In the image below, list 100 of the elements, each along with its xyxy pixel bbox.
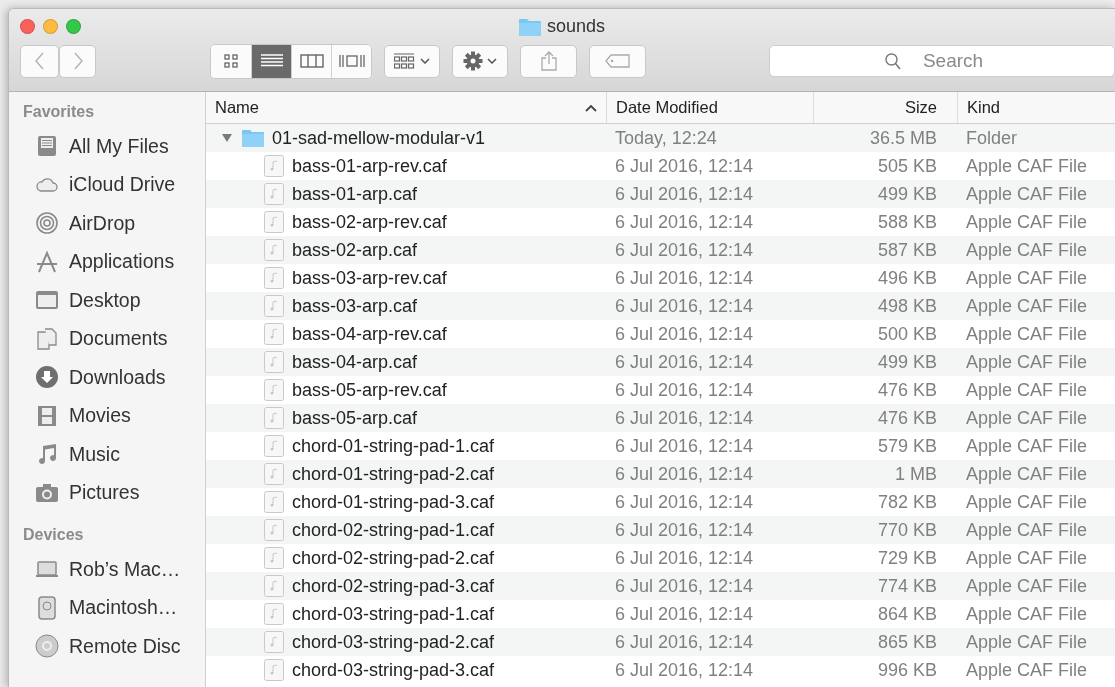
audio-file-icon	[264, 631, 284, 653]
table-cell-text: Apple CAF File	[965, 630, 1089, 654]
audio-file-icon	[264, 379, 284, 401]
file-name: bass-01-arp-rev.caf	[292, 155, 447, 177]
sidebar-item[interactable]: Documents	[9, 319, 205, 358]
column-header[interactable]: Size	[813, 92, 957, 123]
sidebar-item[interactable]: Pictures	[9, 473, 205, 512]
sidebar-item-label: All My Files	[69, 134, 169, 158]
grid-icon	[223, 53, 239, 69]
column-header[interactable]: Date Modified	[606, 92, 813, 123]
table-cell-text: 498 KB	[876, 294, 938, 318]
table-cell-text: Apple CAF File	[965, 574, 1089, 598]
table-cell-text: 6 Jul 2016, 12:14	[614, 630, 755, 654]
file-name: chord-01-string-pad-1.caf	[292, 435, 495, 457]
table-cell-text: Today, 12:24	[614, 126, 718, 150]
sidebar-item[interactable]: Applications	[9, 242, 205, 281]
sidebar-item-label: Downloads	[69, 365, 166, 389]
table-cell-text: 6 Jul 2016, 12:14	[614, 658, 755, 682]
table-cell-text: 770 KB	[876, 518, 938, 542]
list-icon	[260, 54, 283, 68]
view-mode-button[interactable]	[251, 44, 291, 78]
table-cell-text: Apple CAF File	[965, 518, 1089, 542]
window-title: sounds	[547, 16, 606, 37]
sidebar-item[interactable]: Music	[9, 435, 205, 474]
table-cell-text: 865 KB	[876, 630, 938, 654]
sidebar-item[interactable]: Remote Disc	[9, 627, 205, 666]
sidebar-item-label: AirDrop	[69, 211, 136, 235]
view-mode-button[interactable]	[331, 44, 371, 78]
sidebar-item[interactable]: iCloud Drive	[9, 165, 205, 204]
sidebar-item[interactable]: Downloads	[9, 358, 205, 397]
audio-file-icon	[264, 407, 284, 429]
table-cell-text: 588 KB	[876, 210, 938, 234]
column-title: Name	[215, 98, 259, 117]
table-cell-text: Apple CAF File	[965, 658, 1089, 682]
minimize-button[interactable]	[43, 18, 58, 34]
sidebar-item[interactable]: AirDrop	[9, 204, 205, 243]
hard-drive-icon	[35, 595, 59, 620]
table-cell-text: 6 Jul 2016, 12:14	[614, 518, 755, 542]
tag-button[interactable]	[589, 44, 646, 78]
column-header[interactable]: Kind	[957, 92, 1115, 123]
audio-file-icon	[264, 547, 284, 569]
sidebar-item-label: Remote Disc	[69, 634, 181, 658]
table-cell-text: 6 Jul 2016, 12:14	[614, 294, 755, 318]
audio-file-icon	[264, 211, 284, 233]
table-cell-text: 6 Jul 2016, 12:14	[614, 462, 755, 486]
sidebar-item[interactable]: Rob’s Mac…	[9, 550, 205, 589]
table-cell-text: 476 KB	[876, 378, 938, 402]
sidebar-item[interactable]: Movies	[9, 396, 205, 435]
table-cell-text: 505 KB	[876, 154, 938, 178]
column-header[interactable]: Name	[206, 92, 606, 123]
table-cell-text: 6 Jul 2016, 12:14	[614, 602, 755, 626]
forward-button[interactable]	[59, 44, 96, 78]
sidebar-section-title: Favorites	[22, 103, 96, 122]
gear-icon	[463, 51, 483, 71]
sidebar-item[interactable]: Desktop	[9, 281, 205, 320]
table-cell-text: 6 Jul 2016, 12:14	[614, 378, 755, 402]
sidebar-item-label: Applications	[69, 250, 175, 274]
table-cell-text: 782 KB	[876, 490, 938, 514]
file-name: chord-01-string-pad-3.caf	[292, 491, 495, 513]
table-cell-text: Apple CAF File	[965, 546, 1089, 570]
sidebar-item[interactable]: Macintosh…	[9, 588, 205, 627]
folder-icon	[242, 129, 264, 147]
arrange-button[interactable]	[384, 44, 440, 78]
download-icon	[35, 365, 59, 390]
audio-file-icon	[264, 575, 284, 597]
table-cell-text: 6 Jul 2016, 12:14	[614, 154, 755, 178]
table-cell-text: 6 Jul 2016, 12:14	[614, 490, 755, 514]
close-button[interactable]	[20, 18, 35, 34]
sidebar-item-label: Macintosh…	[69, 596, 178, 620]
file-name: bass-04-arp.caf	[292, 351, 418, 373]
table-cell-text: 500 KB	[876, 322, 938, 346]
sidebar-item-label: Rob’s Mac…	[69, 557, 181, 581]
sidebar-item[interactable]: All My Files	[9, 127, 205, 166]
table-cell-text: 6 Jul 2016, 12:14	[614, 574, 755, 598]
search-field[interactable]: Search	[769, 45, 1115, 77]
disclosure-triangle-icon[interactable]	[221, 132, 233, 144]
table-cell-text: 476 KB	[876, 406, 938, 430]
share-icon	[540, 51, 557, 71]
table-cell-text: 579 KB	[876, 434, 938, 458]
table-cell-text: 6 Jul 2016, 12:14	[614, 238, 755, 262]
sidebar-section-title: Devices	[22, 526, 85, 545]
table-cell-text: 6 Jul 2016, 12:14	[614, 350, 755, 374]
table-cell-text: 6 Jul 2016, 12:14	[614, 434, 755, 458]
caret-icon	[487, 58, 497, 64]
table-cell-text: 499 KB	[876, 182, 938, 206]
share-button[interactable]	[520, 44, 577, 78]
file-name: bass-02-arp-rev.caf	[292, 211, 447, 233]
documents-icon	[35, 326, 59, 351]
file-name: bass-04-arp-rev.caf	[292, 323, 447, 345]
back-button[interactable]	[20, 44, 59, 78]
chevron-right-icon	[72, 52, 83, 70]
table-cell-text: Apple CAF File	[965, 434, 1089, 458]
table-cell-text: Apple CAF File	[965, 378, 1089, 402]
action-button[interactable]	[452, 44, 508, 78]
zoom-button[interactable]	[66, 18, 81, 34]
sidebar-item-label: Movies	[69, 404, 131, 428]
film-icon	[35, 403, 59, 428]
table-cell-text: 496 KB	[876, 266, 938, 290]
table-cell-text: Apple CAF File	[965, 210, 1089, 234]
table-cell-text: 6 Jul 2016, 12:14	[614, 182, 755, 206]
